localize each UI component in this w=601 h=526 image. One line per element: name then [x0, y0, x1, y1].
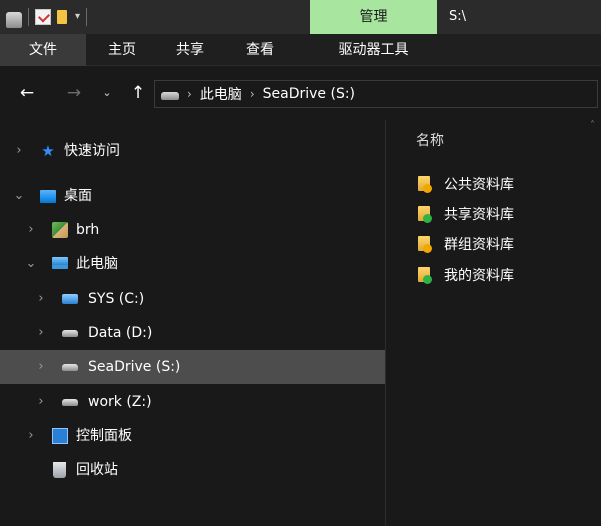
chevron-right-icon[interactable]: › [34, 316, 48, 350]
back-button[interactable]: ← [16, 82, 38, 104]
ribbon-tabs: 文件 主页 共享 查看 驱动器工具 [0, 34, 601, 66]
tree-item-this-pc[interactable]: ⌄ 此电脑 [0, 247, 385, 281]
tree-item-brh[interactable]: › brh [0, 213, 385, 247]
new-folder-icon[interactable] [57, 10, 67, 24]
chevron-down-icon[interactable]: ⌄ [24, 247, 38, 281]
list-item[interactable]: 群组资料库 [418, 233, 514, 255]
tree-item-label: brh [76, 222, 100, 238]
tree-item-sys-c[interactable]: › SYS (C:) [0, 282, 385, 316]
tree-item-quick-access[interactable]: › ★ 快速访问 [0, 134, 385, 168]
tree-item-desktop[interactable]: ⌄ 桌面 [0, 179, 385, 213]
library-folder-icon [418, 206, 432, 223]
toolbar-divider [28, 8, 29, 26]
tree-item-label: SYS (C:) [88, 291, 145, 307]
status-overlay-icon [423, 244, 432, 253]
customize-toolbar-dropdown-icon[interactable]: ▾ [75, 0, 80, 34]
navigation-pane: › ★ 快速访问 ⌄ 桌面 › brh ⌄ 此电脑 › SYS (C:) › D… [0, 120, 385, 526]
scroll-up-icon[interactable]: ˄ [590, 120, 595, 131]
tree-item-label: 桌面 [64, 188, 92, 204]
tree-item-recycle-bin[interactable]: 回收站 [0, 453, 385, 487]
tree-item-label: 此电脑 [76, 256, 118, 272]
tree-item-label: 快速访问 [64, 143, 120, 159]
library-folder-icon [418, 236, 432, 253]
tree-item-label: work (Z:) [88, 394, 152, 410]
list-item-label: 共享资料库 [444, 207, 514, 223]
drive-icon [62, 364, 78, 371]
column-header-name[interactable]: 名称 [416, 130, 444, 150]
drive-icon [6, 12, 22, 28]
tree-item-work-z[interactable]: › work (Z:) [0, 385, 385, 419]
tab-home[interactable]: 主页 [100, 34, 144, 66]
chevron-right-icon[interactable]: › [34, 350, 48, 384]
recycle-bin-icon [53, 462, 66, 478]
desktop-icon [40, 190, 56, 203]
tree-item-seadrive-s[interactable]: › SeaDrive (S:) [0, 350, 385, 384]
tree-item-label: 控制面板 [76, 428, 132, 444]
breadcrumb-chevron-icon[interactable]: › [250, 87, 255, 101]
properties-icon[interactable] [35, 9, 51, 25]
file-explorer-window: ▾ 管理 S:\ 文件 主页 共享 查看 驱动器工具 ← → ⌄ ↑ › 此电脑… [0, 0, 601, 526]
tree-item-label: 回收站 [76, 462, 118, 478]
drive-icon [62, 399, 78, 406]
chevron-down-icon[interactable]: ⌄ [12, 179, 26, 213]
tree-item-data-d[interactable]: › Data (D:) [0, 316, 385, 350]
list-item[interactable]: 共享资料库 [418, 203, 514, 225]
drive-icon [161, 92, 179, 100]
tab-manage[interactable]: 管理 [310, 0, 437, 34]
library-folder-icon [418, 176, 432, 193]
tab-drive-tools[interactable]: 驱动器工具 [310, 34, 437, 66]
navigation-bar: ← → ⌄ ↑ › 此电脑 › SeaDrive (S:) [0, 66, 601, 120]
list-item[interactable]: 公共资料库 [418, 173, 514, 195]
drive-icon [62, 330, 78, 337]
control-panel-icon [52, 428, 68, 444]
tree-item-control-panel[interactable]: › 控制面板 [0, 419, 385, 453]
chevron-right-icon[interactable]: › [24, 213, 38, 247]
status-overlay-icon [423, 184, 432, 193]
status-overlay-icon [423, 275, 432, 284]
star-icon: ★ [41, 142, 55, 160]
breadcrumb-this-pc[interactable]: 此电脑 [200, 84, 242, 104]
this-pc-icon [52, 257, 68, 269]
system-drive-icon [62, 294, 78, 304]
chevron-right-icon[interactable]: › [12, 134, 26, 168]
list-item-label: 公共资料库 [444, 177, 514, 193]
list-item[interactable]: 我的资料库 [418, 264, 514, 286]
window-title: S:\ [449, 9, 467, 24]
breadcrumb-chevron-icon[interactable]: › [187, 87, 192, 101]
tab-share[interactable]: 共享 [168, 34, 212, 66]
file-list: ˄ 名称 公共资料库 共享资料库 群组资料库 我的资料库 [386, 120, 601, 526]
up-button[interactable]: ↑ [127, 82, 149, 104]
forward-button[interactable]: → [63, 82, 85, 104]
address-box[interactable]: › 此电脑 › SeaDrive (S:) [154, 80, 598, 108]
list-item-label: 群组资料库 [444, 237, 514, 253]
chevron-right-icon[interactable]: › [34, 282, 48, 316]
status-overlay-icon [423, 214, 432, 223]
tree-item-label: SeaDrive (S:) [88, 359, 181, 375]
tree-item-label: Data (D:) [88, 325, 153, 341]
breadcrumb-seadrive[interactable]: SeaDrive (S:) [263, 86, 355, 102]
title-bar: ▾ 管理 S:\ [0, 0, 601, 34]
tab-view[interactable]: 查看 [238, 34, 282, 66]
tab-file[interactable]: 文件 [0, 34, 86, 66]
recent-locations-icon[interactable]: ⌄ [98, 82, 116, 104]
toolbar-divider [86, 8, 88, 26]
list-item-label: 我的资料库 [444, 268, 514, 284]
chevron-right-icon[interactable]: › [24, 419, 38, 453]
quick-access-toolbar: ▾ [0, 0, 88, 34]
library-folder-icon [418, 267, 432, 284]
chevron-right-icon[interactable]: › [34, 385, 48, 419]
user-folder-icon [52, 222, 68, 238]
